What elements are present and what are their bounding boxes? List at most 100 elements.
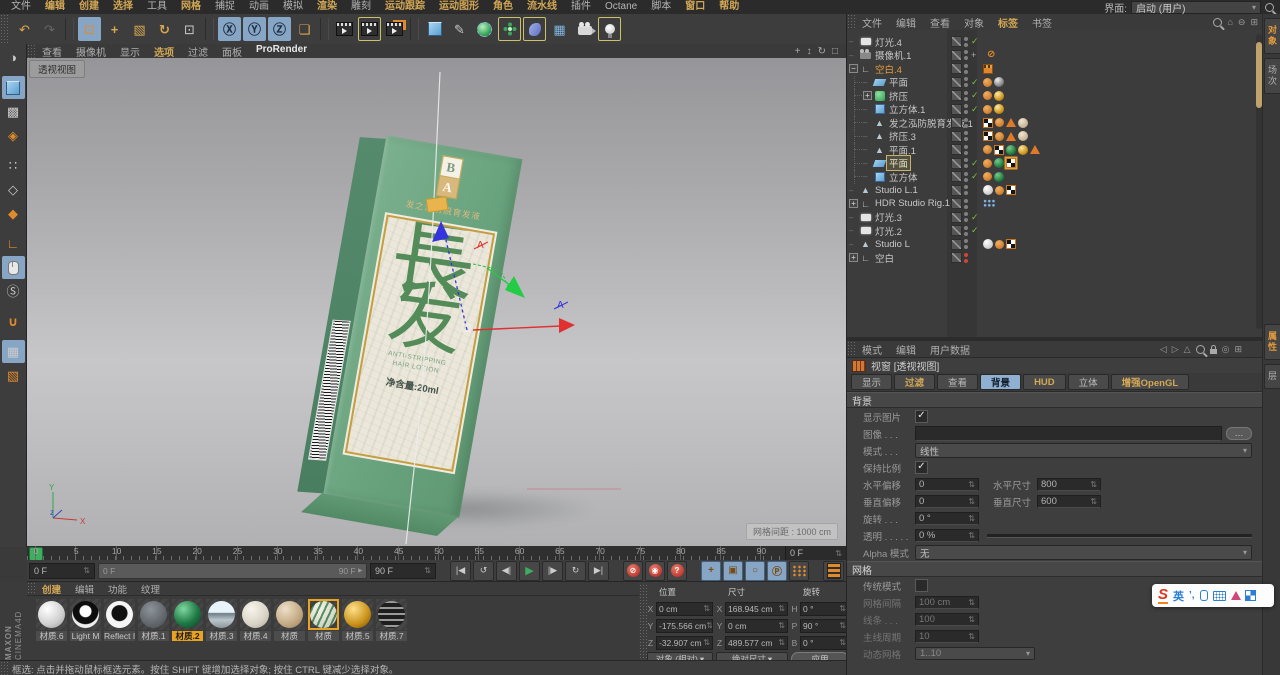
tag-ball[interactable] [995,239,1004,249]
tag-ball[interactable] [983,77,992,87]
next-frame-button[interactable]: |▶ [542,560,563,581]
object-row[interactable]: – ▲ 挤压.3 [847,129,1264,143]
menu-工具[interactable]: 工具 [140,0,174,14]
coordinates-grip[interactable] [639,584,647,660]
tag-ball[interactable] [995,118,1004,128]
material-thumbnail[interactable] [206,599,237,630]
object-name[interactable]: 立方体.1 [887,102,927,116]
timeline-window-button[interactable] [823,560,844,581]
expander-plus[interactable]: + [863,91,872,101]
key-pla-button[interactable] [789,560,809,581]
v-size-input[interactable]: 600 ⇅ [1037,495,1101,508]
menu-编辑[interactable]: 编辑 [38,0,72,14]
keyframe-selection-button[interactable]: ? [667,560,687,581]
start-frame-field[interactable]: 0 F ⇅ [29,562,95,579]
material-item[interactable]: Reflect I [103,599,136,641]
render-toggle[interactable] [951,211,962,223]
expander-plus[interactable]: + [849,253,858,263]
object-row[interactable]: + ∟ HDR Studio Rig.1 [847,197,1264,211]
viewport-menu-选项[interactable]: 选项 [147,44,181,59]
coords-input[interactable]: 0 cm ⇅ [725,618,788,633]
autokeying-button[interactable]: ◉ [645,560,665,581]
enabled-check-icon[interactable]: ✓ [971,36,979,47]
section-background[interactable]: 背景 [847,392,1264,408]
object-name[interactable]: 灯光.4 [873,35,904,49]
goto-start-button[interactable]: |◀ [450,560,471,581]
lock-z-button[interactable]: Ⓩ [268,17,291,41]
tag-checker[interactable] [1006,185,1016,196]
object-name[interactable]: 空白.4 [873,62,904,76]
tag-beige[interactable] [1018,117,1028,128]
tag-green[interactable] [994,171,1004,182]
object-name[interactable]: Studio L.1 [873,185,920,196]
menu-动画[interactable]: 动画 [242,0,276,14]
tag-ball[interactable] [983,145,992,155]
object-name[interactable]: 立方体 [887,170,920,184]
object-row[interactable]: – 立方体 ✓ [847,170,1264,184]
object-row[interactable]: – ▲ Studio L.1 [847,184,1264,198]
viewport-orbit-icon[interactable]: ↻ [818,46,826,57]
enabled-check-icon[interactable]: ✓ [971,158,979,169]
om-grip[interactable] [847,14,855,30]
h-size-input[interactable]: 800 ⇅ [1037,478,1101,491]
home-icon[interactable]: ⌂ [1227,17,1232,27]
dynamic-grid-dropdown[interactable]: 1..10 ▾ [915,647,1035,660]
up-icon[interactable]: △ [1184,344,1191,355]
menu-选择[interactable]: 选择 [106,0,140,14]
add-generator-button[interactable] [473,17,496,41]
search-icon[interactable] [1195,344,1205,354]
last-tool-button[interactable]: ⊡ [178,17,201,41]
texture-mode-button[interactable]: ▩ [2,100,25,123]
camera-target-icon[interactable]: + [971,50,976,60]
tag-checker[interactable] [994,144,1004,155]
viewport-menu-查看[interactable]: 查看 [35,44,69,59]
stepper-icon[interactable]: ⇅ [703,638,710,647]
ime-toolbar[interactable]: S 英 ’, [1152,584,1274,607]
object-row[interactable]: – 灯光.2 ✓ [847,224,1264,238]
add-camera-button[interactable] [573,17,596,41]
side-tab-层[interactable]: 层 [1264,364,1280,389]
tag-triangle[interactable] [1006,131,1016,141]
tag-gold[interactable] [994,104,1004,115]
new-window-icon[interactable]: ⊞ [1234,344,1242,355]
object-name[interactable]: HDR Studio Rig.1 [873,198,952,209]
stepper-icon[interactable]: ⇅ [778,638,785,647]
tag-triangle[interactable] [1030,145,1040,155]
menu-流水线[interactable]: 流水线 [520,0,564,14]
material-item[interactable]: 材质.3 [205,599,238,641]
toolbar-grip[interactable] [0,14,8,44]
collapse-icon[interactable]: ⊖ [1238,17,1246,28]
make-editable-button[interactable]: ◑ [2,46,25,69]
visibility-dots[interactable] [964,158,968,169]
sogou-logo-icon[interactable]: S [1158,587,1169,604]
key-rotation-button[interactable]: ○ [745,560,765,581]
menu-渲染[interactable]: 渲染 [310,0,344,14]
tag-metal[interactable] [994,77,1004,88]
major-lines-input[interactable]: 10 ⇅ [915,630,979,643]
material-item[interactable]: 材质.2 [171,599,204,641]
menu-运动跟踪[interactable]: 运动跟踪 [378,0,432,14]
tag-ball[interactable] [995,185,1004,195]
v-offset-input[interactable]: 0 ⇅ [915,495,979,508]
scale-button[interactable]: ▧ [128,17,151,41]
image-path-input[interactable] [915,426,1222,441]
object-row[interactable]: – ▲ 平面.1 [847,143,1264,157]
lock-x-button[interactable]: Ⓧ [218,17,241,41]
ime-punctuation-toggle[interactable]: ’, [1189,590,1195,601]
view-label[interactable]: 透视视图 [29,60,86,78]
magnet-tool-button[interactable]: ∪ [2,310,25,333]
visibility-dots[interactable] [964,212,968,223]
material-thumbnail[interactable] [172,599,203,630]
add-floor-button[interactable]: ▦ [548,17,571,41]
menu-角色[interactable]: 角色 [486,0,520,14]
tab-过滤[interactable]: 过滤 [894,374,936,390]
material-thumbnail[interactable] [70,599,101,630]
om-menu-对象[interactable]: 对象 [957,15,991,30]
current-frame-field[interactable]: 0 F ⇅ [785,546,846,560]
viewport-dolly-icon[interactable]: ↕ [807,46,812,57]
menu-创建[interactable]: 创建 [72,0,106,14]
render-toggle[interactable] [951,76,962,88]
microphone-icon[interactable] [1199,590,1208,601]
back-icon[interactable]: ◁ [1160,344,1167,355]
menu-脚本[interactable]: 脚本 [644,0,678,14]
